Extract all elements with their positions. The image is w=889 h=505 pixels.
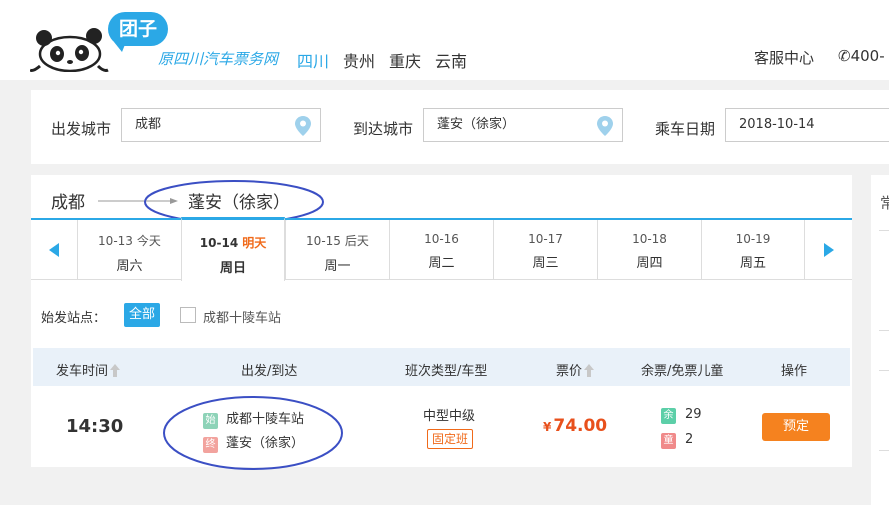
province-chongqing[interactable]: 重庆: [389, 48, 421, 72]
header-action: 操作: [781, 364, 808, 379]
province-yunnan[interactable]: 云南: [435, 48, 467, 72]
date-tab-weekday: 周四: [636, 256, 663, 271]
date-tab-date: 10-18: [632, 232, 667, 246]
sort-arrow-icon: [584, 364, 595, 377]
date-label: 乘车日期: [655, 120, 716, 138]
phone-number: ✆400-: [838, 47, 885, 65]
date-tab-weekday: 周一: [324, 259, 351, 274]
date-tab-date: 10-14 明天: [199, 236, 267, 250]
date-tab-date: 10-16: [424, 232, 459, 246]
to-city-value: 蓬安（徐家）: [437, 117, 516, 132]
service-center-link[interactable]: 客服中心: [754, 47, 814, 68]
sort-arrow-icon: [110, 364, 121, 377]
annotation-circle: [163, 396, 343, 470]
date-tab-weekday: 周六: [116, 259, 143, 274]
right-sidebar: 常: [871, 175, 889, 505]
site-logo[interactable]: 团子: [30, 12, 170, 72]
header-price[interactable]: 票价: [556, 360, 595, 379]
header-seats: 余票/免票儿童: [641, 364, 724, 379]
province-nav: 四川 贵州 重庆 云南: [297, 48, 467, 72]
site-tagline: 原四川汽车票务网: [158, 50, 279, 68]
next-dates-button[interactable]: [806, 220, 852, 280]
location-pin-icon[interactable]: [597, 116, 613, 136]
filter-all-button[interactable]: 全部: [124, 303, 160, 327]
remaining-seats: 余 29: [661, 407, 702, 424]
date-tab-weekday: 周二: [428, 256, 455, 271]
date-tab[interactable]: 10-15 后天 周一: [285, 220, 389, 280]
chevron-left-icon: [49, 243, 59, 257]
date-tab-date: 10-13 今天: [98, 234, 161, 248]
sidebar-divider: [879, 330, 889, 331]
to-city-label: 到达城市: [353, 120, 414, 138]
schedule-type-badge: 固定班: [427, 429, 474, 449]
panda-logo-icon: [30, 28, 109, 72]
sidebar-title: 常: [880, 194, 889, 212]
sidebar-divider: [879, 230, 889, 231]
header-depart-time[interactable]: 发车时间: [56, 360, 121, 379]
from-city-label: 出发城市: [51, 120, 112, 138]
table-row: 14:30 始成都十陵车站 终蓬安（徐家） 中型中级 固定班 ¥74.00 余2…: [31, 386, 852, 470]
date-tab-date: 10-19: [735, 232, 771, 246]
date-input[interactable]: 2018-10-14: [725, 108, 889, 142]
date-tab[interactable]: 10-17 周三: [493, 220, 597, 280]
results-panel: 成都 蓬安（徐家） 10-13 今天 周六 10-14 明天 周日 10-15 后天 …: [31, 175, 852, 470]
date-selector: 10-13 今天 周六 10-14 明天 周日 10-15 后天 周一 10-16 周…: [31, 217, 852, 281]
remaining-tag: 余: [661, 408, 676, 424]
date-tab-date: 10-15 后天: [306, 234, 369, 248]
sidebar-divider: [879, 450, 889, 451]
depart-time: 14:30: [66, 416, 124, 437]
date-tab[interactable]: 10-19 周五: [701, 220, 805, 280]
logo-bubble-text: 团子: [108, 12, 168, 52]
from-city-value: 成都: [135, 117, 162, 132]
route-origin: 成都: [51, 193, 85, 213]
site-header: 团子 原四川汽车票务网 四川 贵州 重庆 云南 客服中心 ✆400-: [0, 0, 889, 80]
prev-dates-button[interactable]: [31, 220, 77, 280]
child-free-seats: 童2: [661, 432, 693, 449]
header-bus-type: 班次类型/车型: [405, 364, 488, 379]
table-header: 发车时间 出发/到达 班次类型/车型 票价 余票/免票儿童 操作: [33, 348, 850, 386]
date-tab-date: 10-17: [528, 232, 563, 246]
from-city-input[interactable]: 成都: [121, 108, 321, 142]
date-tab-active[interactable]: 10-14 明天 周日: [181, 217, 285, 281]
date-tab-weekday: 周日: [219, 261, 246, 276]
date-tab-weekday: 周三: [532, 256, 559, 271]
header-from-to: 出发/到达: [241, 364, 298, 379]
station-checkbox[interactable]: [180, 307, 196, 323]
date-tab-weekday: 周五: [739, 256, 766, 271]
book-button[interactable]: 预定: [762, 413, 830, 441]
sidebar-divider: [879, 370, 889, 371]
station-checkbox-label[interactable]: 成都十陵车站: [203, 307, 281, 326]
date-tab[interactable]: 10-16 周二: [389, 220, 493, 280]
ticket-price: ¥74.00: [543, 416, 608, 436]
search-bar: 出发城市 成都 到达城市 蓬安（徐家） 乘车日期 2018-10-14: [31, 90, 889, 164]
child-tag: 童: [661, 433, 676, 449]
date-value: 2018-10-14: [739, 117, 815, 132]
location-pin-icon[interactable]: [295, 116, 311, 136]
station-filter-label: 始发站点：: [41, 311, 107, 326]
bus-type: 中型中级: [423, 409, 476, 424]
date-tab[interactable]: 10-13 今天 周六: [77, 220, 181, 280]
province-guizhou[interactable]: 贵州: [343, 48, 375, 72]
province-sichuan[interactable]: 四川: [297, 48, 329, 72]
chevron-right-icon: [824, 243, 834, 257]
to-city-input[interactable]: 蓬安（徐家）: [423, 108, 623, 142]
date-tab[interactable]: 10-18 周四: [597, 220, 701, 280]
